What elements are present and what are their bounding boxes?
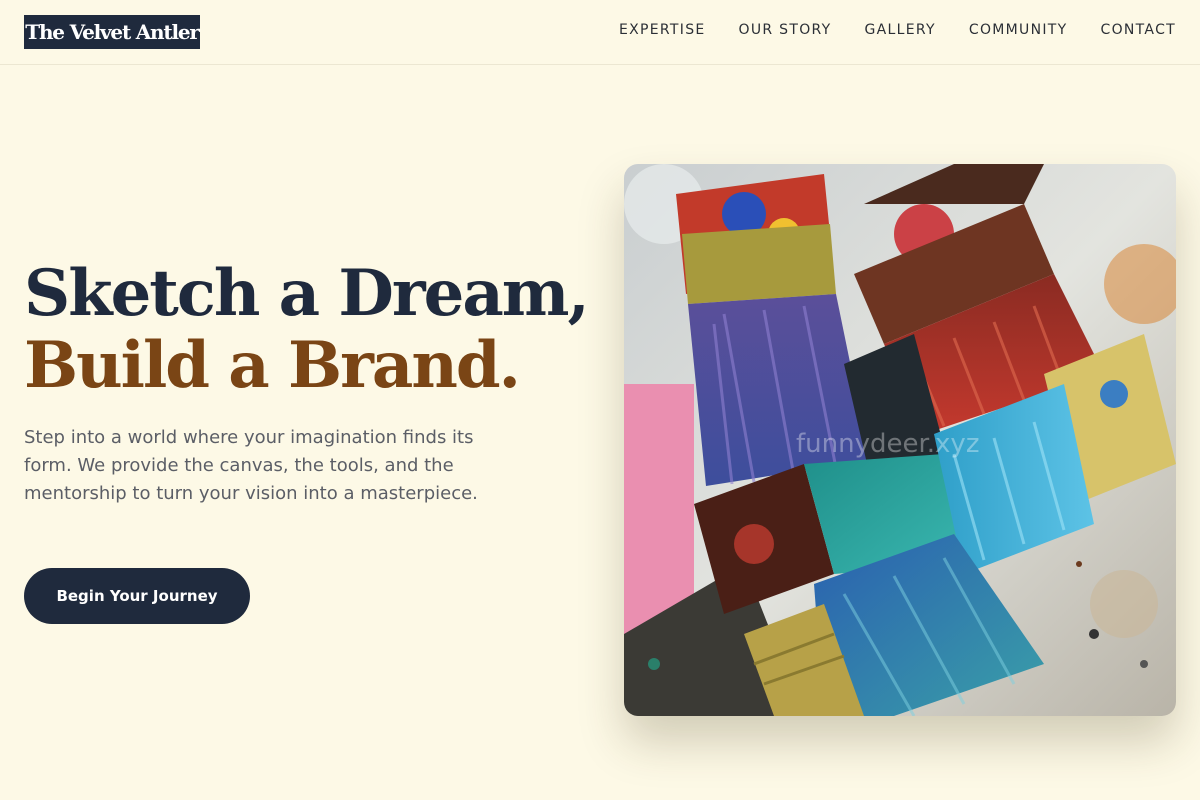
nav-item-expertise[interactable]: EXPERTISE <box>619 22 706 38</box>
site-header: The Velvet Antler EXPERTISE OUR STORY GA… <box>0 0 1200 65</box>
begin-journey-button[interactable]: Begin Your Journey <box>24 568 250 624</box>
headline-line-2: Build a Brand. <box>24 328 521 403</box>
brand-logo[interactable]: The Velvet Antler <box>24 15 200 49</box>
nav-item-contact[interactable]: CONTACT <box>1101 22 1177 38</box>
hero-intro: Step into a world where your imagination… <box>24 427 478 504</box>
nav-item-community[interactable]: COMMUNITY <box>969 22 1068 38</box>
main-nav: EXPERTISE OUR STORY GALLERY COMMUNITY CO… <box>619 0 1176 60</box>
paintbrushes-image: funnydeer.xyz <box>624 164 1176 716</box>
nav-item-our-story[interactable]: OUR STORY <box>739 22 832 38</box>
nav-item-gallery[interactable]: GALLERY <box>865 22 936 38</box>
headline-line-1: Sketch a Dream, <box>24 256 590 331</box>
image-watermark-text: funnydeer.xyz <box>796 429 979 459</box>
hero-headline: Sketch a Dream, Build a Brand. <box>24 258 604 402</box>
